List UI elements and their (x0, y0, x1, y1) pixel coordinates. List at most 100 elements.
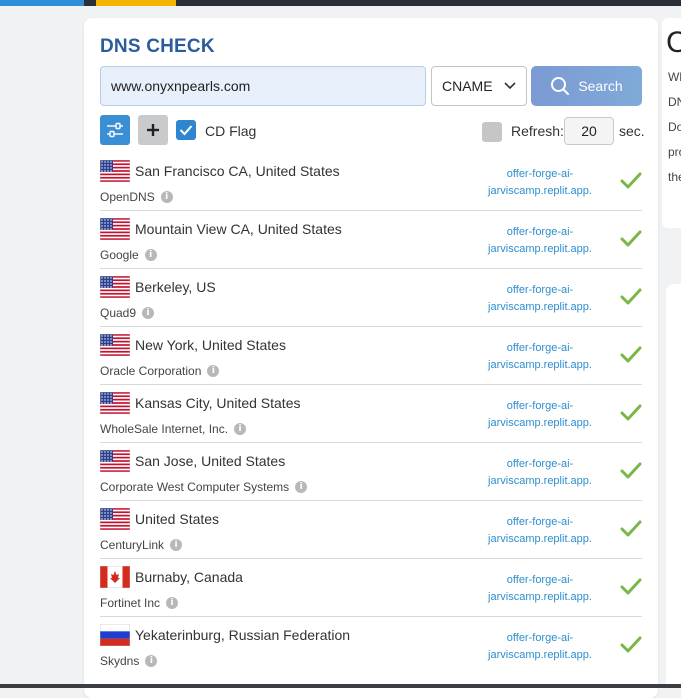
checkmark-icon (179, 125, 193, 136)
bottom-strip (0, 684, 681, 688)
flag-us-icon (100, 508, 130, 530)
cd-flag-label: CD Flag (205, 123, 257, 139)
server-location: San Jose, United States (135, 453, 286, 469)
dns-result-line: offer-forge-ai- (506, 400, 574, 412)
dns-result-line: offer-forge-ai- (506, 342, 574, 354)
side-text-line: Do (668, 120, 681, 134)
result-row: New York, United States Oracle Corporatio… (100, 327, 642, 385)
dns-result-line: offer-forge-ai- (506, 632, 574, 644)
info-icon[interactable]: i (234, 423, 247, 435)
success-check-icon (620, 346, 642, 363)
dns-result-value: offer-forge-ai-jarviscamp.replit.app. (480, 572, 600, 606)
info-icon[interactable]: i (145, 655, 158, 667)
flag-ru-icon (100, 624, 130, 646)
top-tab-indicator-blue (0, 0, 84, 6)
result-row: Kansas City, United States WholeSale Inte… (100, 385, 642, 443)
success-check-icon (620, 462, 642, 479)
server-provider: Skydns i (100, 654, 158, 668)
success-check-icon (620, 578, 642, 595)
provider-name: Quad9 (100, 306, 137, 320)
cd-flag-checkbox[interactable] (176, 120, 196, 140)
dns-check-card: DNS CHECK CNAME Search CD Flag (84, 18, 658, 698)
side-text-line: the (668, 170, 681, 184)
success-check-icon (620, 404, 642, 421)
result-row: San Francisco CA, United States OpenDNS i o… (100, 153, 642, 211)
search-button-label: Search (578, 78, 623, 94)
server-location: Burnaby, Canada (135, 569, 243, 585)
refresh-interval-input[interactable] (564, 117, 614, 145)
info-icon[interactable]: i (160, 191, 173, 203)
dns-result-line: jarviscamp.replit.app. (488, 243, 592, 255)
flag-us-icon (100, 160, 130, 182)
chevron-down-icon (504, 82, 516, 90)
plus-icon (147, 124, 159, 136)
dns-result-value: offer-forge-ai-jarviscamp.replit.app. (480, 514, 600, 548)
side-heading: C (666, 26, 681, 59)
flag-us-icon (100, 334, 130, 356)
search-icon (551, 77, 570, 95)
info-icon[interactable]: i (295, 481, 308, 493)
server-location: Mountain View CA, United States (135, 221, 342, 237)
dns-result-line: jarviscamp.replit.app. (488, 475, 592, 487)
dns-result-value: offer-forge-ai-jarviscamp.replit.app. (480, 630, 600, 664)
success-check-icon (620, 520, 642, 537)
dns-result-line: jarviscamp.replit.app. (488, 417, 592, 429)
provider-name: Oracle Corporation (100, 364, 202, 378)
info-icon[interactable]: i (207, 365, 220, 377)
provider-name: CenturyLink (100, 538, 165, 552)
results-list: San Francisco CA, United States OpenDNS i o… (100, 153, 642, 675)
dns-result-value: offer-forge-ai-jarviscamp.replit.app. (480, 340, 600, 374)
dns-result-value: offer-forge-ai-jarviscamp.replit.app. (480, 166, 600, 200)
info-icon[interactable]: i (144, 249, 157, 261)
server-provider: Corporate West Computer Systems i (100, 480, 308, 494)
server-location: New York, United States (135, 337, 286, 353)
dns-result-line: jarviscamp.replit.app. (488, 533, 592, 545)
server-provider: Google i (100, 248, 157, 262)
server-provider: Fortinet Inc i (100, 596, 179, 610)
refresh-unit: sec. (619, 123, 645, 139)
server-location: United States (135, 511, 220, 527)
dns-result-value: offer-forge-ai-jarviscamp.replit.app. (480, 398, 600, 432)
dns-result-line: offer-forge-ai- (506, 226, 574, 238)
add-button[interactable] (138, 115, 168, 145)
success-check-icon (620, 288, 642, 305)
result-row: Mountain View CA, United States Google i of… (100, 211, 642, 269)
info-icon[interactable]: i (142, 307, 155, 319)
sliders-icon (107, 122, 123, 138)
info-icon[interactable]: i (170, 539, 183, 551)
side-card (666, 284, 681, 688)
record-type-select[interactable]: CNAME (431, 66, 527, 106)
browser-top-strip (0, 0, 681, 6)
success-check-icon (620, 636, 642, 653)
record-type-value: CNAME (442, 78, 493, 94)
server-location: Yekaterinburg, Russian Federation (135, 627, 351, 643)
dns-result-line: offer-forge-ai- (506, 458, 574, 470)
dns-result-value: offer-forge-ai-jarviscamp.replit.app. (480, 224, 600, 258)
domain-input[interactable] (100, 66, 426, 106)
page-title: DNS CHECK (100, 36, 215, 57)
dns-result-line: offer-forge-ai- (506, 516, 574, 528)
dns-result-line: jarviscamp.replit.app. (488, 359, 592, 371)
dns-result-line: jarviscamp.replit.app. (488, 591, 592, 603)
filter-options-button[interactable] (100, 115, 130, 145)
result-row: San Jose, United States Corporate West Co… (100, 443, 642, 501)
refresh-label: Refresh: (511, 123, 564, 139)
server-location: Kansas City, United States (135, 395, 301, 411)
flag-us-icon (100, 276, 130, 298)
refresh-checkbox[interactable] (482, 122, 502, 142)
result-row: United States CenturyLink i offer-forge-ai-… (100, 501, 642, 559)
info-icon[interactable]: i (166, 597, 179, 609)
dns-result-line: jarviscamp.replit.app. (488, 649, 592, 661)
provider-name: Skydns (100, 654, 140, 668)
dns-result-value: offer-forge-ai-jarviscamp.replit.app. (480, 282, 600, 316)
provider-name: Corporate West Computer Systems (100, 480, 290, 494)
search-button[interactable]: Search (531, 66, 642, 106)
flag-ca-icon (100, 566, 130, 588)
dns-result-line: offer-forge-ai- (506, 574, 574, 586)
flag-us-icon (100, 450, 130, 472)
provider-name: WholeSale Internet, Inc. (100, 422, 229, 436)
result-row: Berkeley, US Quad9 i offer-forge-ai-jarvisc… (100, 269, 642, 327)
side-text-line: DN (668, 95, 681, 109)
server-location: San Francisco CA, United States (135, 163, 340, 179)
dns-result-value: offer-forge-ai-jarviscamp.replit.app. (480, 456, 600, 490)
